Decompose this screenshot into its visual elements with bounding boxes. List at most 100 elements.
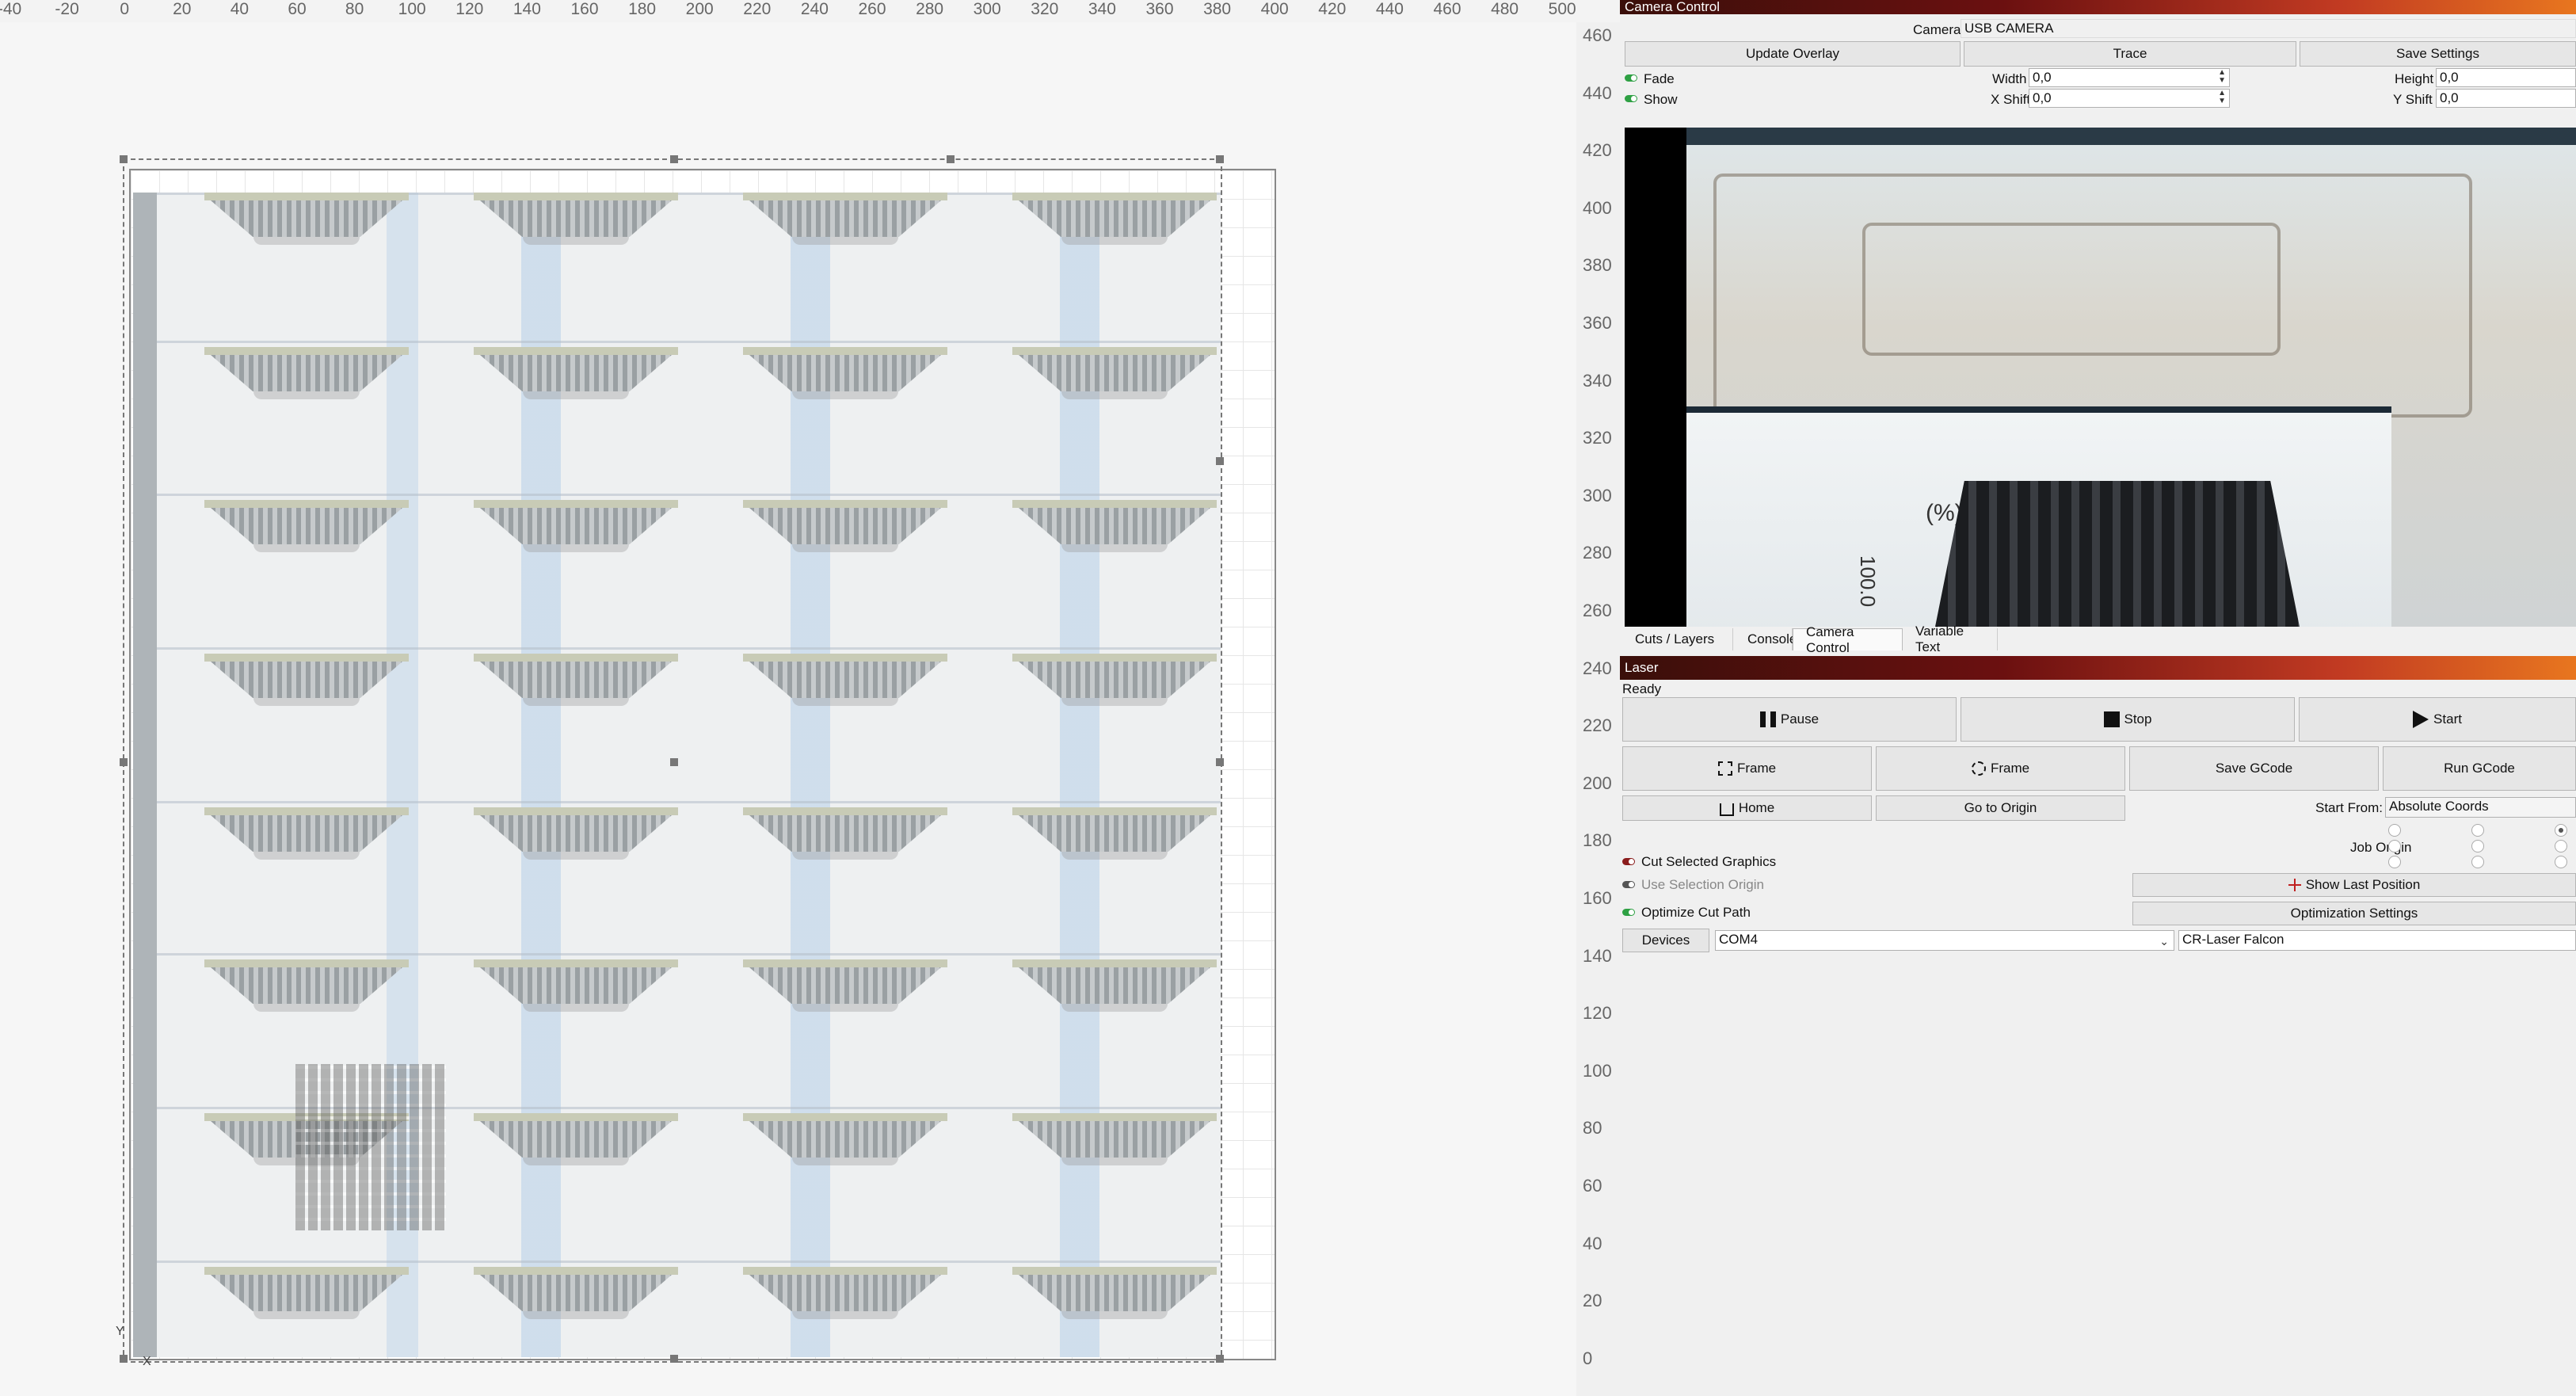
use-selection-origin-label: Use Selection Origin	[1641, 877, 1764, 892]
optimization-settings-button[interactable]: Optimization Settings	[2132, 902, 2576, 925]
ruler-left-tick: 240	[1583, 658, 1612, 678]
job-origin-radio[interactable]	[2555, 824, 2567, 837]
selection-handle[interactable]	[120, 1355, 128, 1363]
ruler-left-tick: 260	[1583, 601, 1612, 620]
selection-handle[interactable]	[1216, 155, 1224, 163]
ruler-top-tick: 340	[1088, 0, 1116, 18]
selection-handle[interactable]	[1216, 457, 1224, 465]
port-select[interactable]: COM4 ⌄	[1715, 930, 2174, 951]
ruler-top-tick: 480	[1491, 0, 1519, 18]
home-button[interactable]: Home	[1622, 795, 1872, 821]
cut-selected-toggle[interactable]	[1622, 858, 1635, 865]
camera-feed[interactable]: (%) 100.0	[1625, 128, 2576, 627]
selection-handle[interactable]	[120, 155, 128, 163]
home-icon	[1719, 803, 1734, 816]
optimize-cut-path-toggle[interactable]	[1622, 909, 1635, 916]
ruler-left-tick: 280	[1583, 543, 1612, 563]
selection-handle[interactable]	[1216, 758, 1224, 766]
yshift-input[interactable]: 0,0	[2436, 89, 2576, 108]
show-label: Show	[1644, 92, 1678, 107]
height-label: Height	[2395, 71, 2434, 86]
camera-frame-edge	[1686, 128, 2576, 145]
ruler-top-tick: 320	[1031, 0, 1059, 18]
ruler-top-tick: 220	[743, 0, 772, 18]
ruler-left-tick: 140	[1583, 945, 1612, 966]
selection-handle[interactable]	[670, 155, 678, 163]
ruler-top-tick: -40	[0, 0, 22, 18]
use-selection-origin-toggle[interactable]	[1622, 881, 1635, 888]
height-input[interactable]: 0,0	[2436, 68, 2576, 87]
right-panel: Camera Control Camera: USB CAMERA Update…	[1620, 0, 2576, 1396]
job-origin-radio[interactable]	[2555, 840, 2567, 852]
axis-y-label: Y	[116, 1325, 124, 1338]
fade-label: Fade	[1644, 71, 1675, 86]
cut-selected-label: Cut Selected Graphics	[1641, 854, 1777, 869]
selection-handle[interactable]	[670, 758, 678, 766]
laser-title: Laser	[1620, 656, 2576, 680]
ruler-top-tick: 140	[513, 0, 541, 18]
selection-handle[interactable]	[1216, 1355, 1224, 1363]
job-origin-radio[interactable]	[2471, 840, 2484, 852]
frame-circle-button[interactable]: Frame	[1876, 746, 2125, 791]
home-label: Home	[1738, 800, 1775, 815]
ruler-top-tick: 500	[1548, 0, 1576, 18]
start-from-select[interactable]: Absolute Coords	[2385, 797, 2576, 818]
ruler-left-tick: 440	[1583, 82, 1612, 103]
ruler-left-tick: 0	[1583, 1348, 1593, 1368]
job-origin-radio[interactable]	[2471, 824, 2484, 837]
ruler-left-tick: 300	[1583, 485, 1612, 505]
selection-box[interactable]	[120, 155, 1224, 1363]
tab-cuts-layers[interactable]: Cuts / Layers	[1622, 628, 1733, 650]
ruler-top-tick: -20	[55, 0, 79, 18]
ruler-top-tick: 200	[685, 0, 714, 18]
selection-handle[interactable]	[947, 155, 955, 163]
device-select[interactable]: CR-Laser Falcon	[2178, 930, 2576, 951]
selection-handle[interactable]	[670, 1355, 678, 1363]
ruler-left-tick: 220	[1583, 715, 1612, 736]
fade-toggle[interactable]	[1625, 74, 1637, 82]
job-origin-radio[interactable]	[2471, 856, 2484, 868]
tab-variable-text[interactable]: Variable Text	[1903, 624, 1998, 654]
sheet-text-number: 100.0	[1856, 555, 1880, 608]
ruler-top-tick: 380	[1203, 0, 1232, 18]
trace-button[interactable]: Trace	[1964, 41, 2296, 67]
ruler-top-tick: 240	[800, 0, 829, 18]
save-gcode-button[interactable]: Save GCode	[2129, 746, 2379, 791]
job-origin-radio[interactable]	[2388, 856, 2401, 868]
show-toggle[interactable]	[1625, 95, 1637, 102]
selection-handle[interactable]	[120, 758, 128, 766]
save-settings-button[interactable]: Save Settings	[2300, 41, 2576, 67]
ruler-top-tick: 360	[1145, 0, 1174, 18]
start-button[interactable]: Start	[2299, 697, 2576, 742]
update-overlay-button[interactable]: Update Overlay	[1625, 41, 1961, 67]
frame-circle-icon	[1971, 761, 1986, 776]
width-input[interactable]: 0,0 ▲ ▼	[2029, 68, 2230, 87]
go-to-origin-button[interactable]: Go to Origin	[1876, 795, 2125, 821]
stop-label: Stop	[2124, 711, 2152, 727]
job-origin-label: Job Origin	[2350, 840, 2412, 855]
pause-label: Pause	[1780, 711, 1820, 727]
devices-button[interactable]: Devices	[1622, 929, 1709, 952]
job-origin-radio[interactable]	[2555, 856, 2567, 868]
job-origin-radio[interactable]	[2388, 840, 2401, 852]
ruler-top-tick: 460	[1433, 0, 1461, 18]
ruler-top-tick: 120	[455, 0, 484, 18]
tab-console[interactable]: Console	[1735, 628, 1797, 650]
laser-status: Ready	[1622, 681, 1662, 696]
tab-camera-control[interactable]: Camera Control	[1793, 624, 1903, 655]
play-icon	[2413, 711, 2429, 728]
ruler-left-tick: 340	[1583, 370, 1612, 391]
xshift-input[interactable]: 0,0 ▲ ▼	[2029, 89, 2230, 108]
pause-button[interactable]: Pause	[1622, 697, 1957, 742]
show-last-position-button[interactable]: Show Last Position	[2132, 873, 2576, 897]
ruler-top-tick: 20	[173, 0, 192, 18]
stop-button[interactable]: Stop	[1961, 697, 2295, 742]
ruler-left-tick: 40	[1583, 1233, 1602, 1253]
pause-icon	[1759, 711, 1776, 727]
camera-select[interactable]: USB CAMERA	[1961, 19, 2576, 38]
camera-control-title: Camera Control	[1620, 0, 2576, 14]
ruler-top-tick: 260	[858, 0, 886, 18]
job-origin-radio[interactable]	[2388, 824, 2401, 837]
run-gcode-button[interactable]: Run GCode	[2383, 746, 2576, 791]
frame-rect-button[interactable]: Frame	[1622, 746, 1872, 791]
